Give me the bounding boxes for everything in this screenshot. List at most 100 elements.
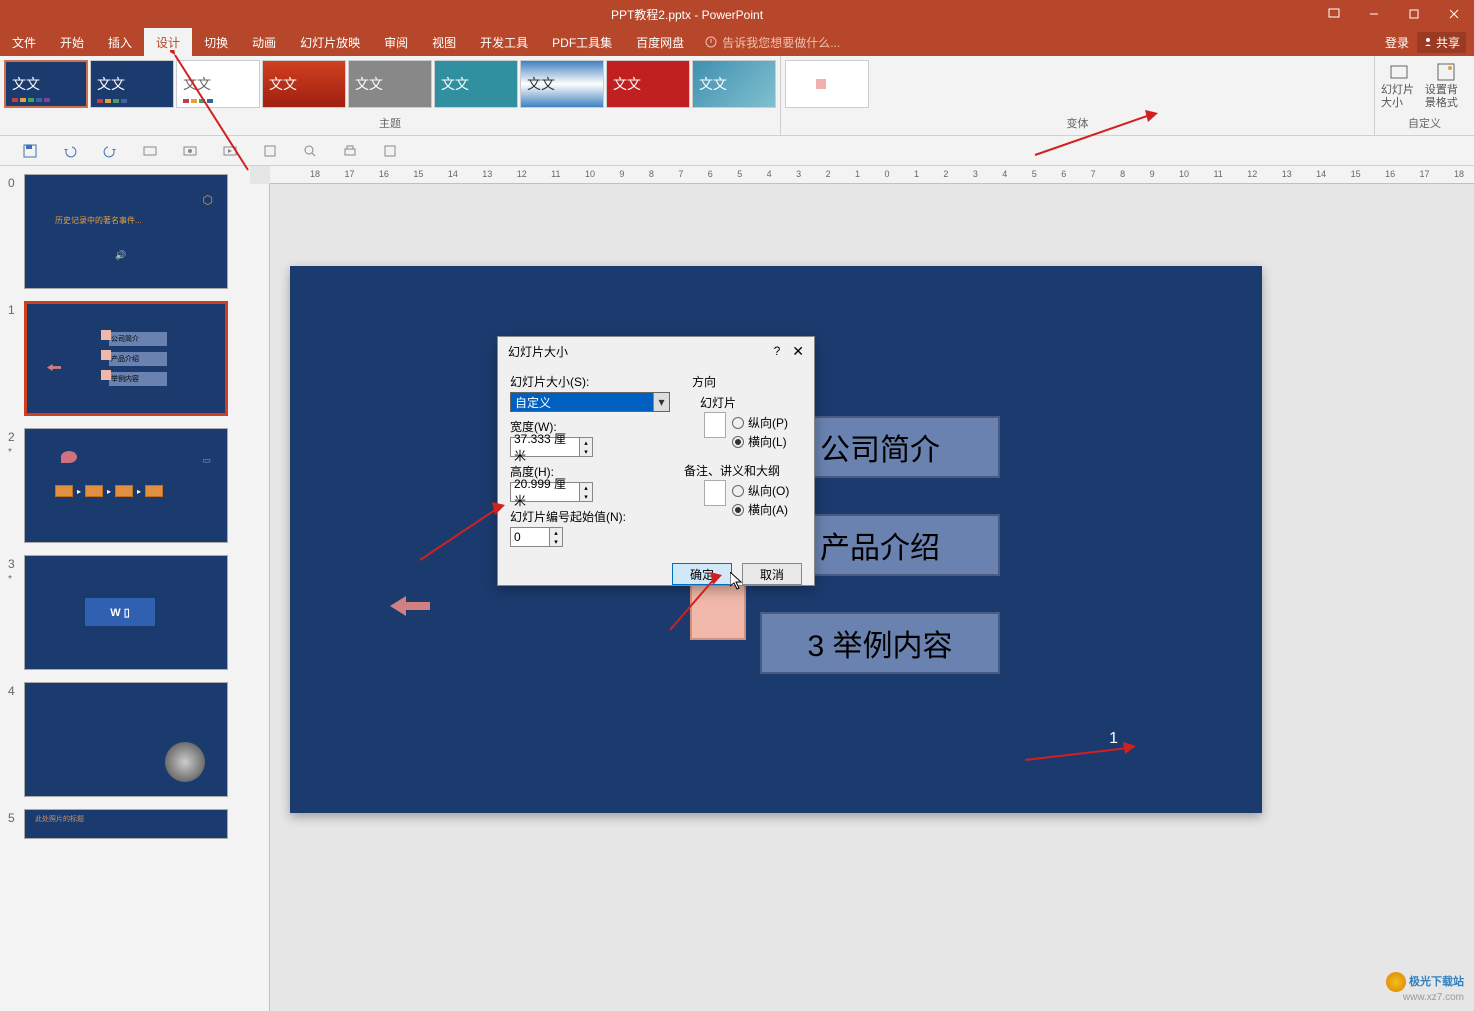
slide-item[interactable]: 0 历史记录中的著名事件... ⬡ 🔊 [8, 174, 242, 289]
background-format-button[interactable]: 设置背景格式 [1423, 60, 1470, 111]
tab-insert[interactable]: 插入 [96, 28, 144, 56]
tab-view[interactable]: 视图 [420, 28, 468, 56]
qat-icon[interactable] [140, 141, 160, 161]
tab-review[interactable]: 审阅 [372, 28, 420, 56]
start-num-label: 幻灯片编号起始值(N): [510, 508, 672, 525]
slide-panel[interactable]: 0 历史记录中的著名事件... ⬡ 🔊 1 公司简介 产品介绍 举例内容 2* [0, 166, 250, 1011]
qat-icon[interactable] [260, 141, 280, 161]
cancel-button[interactable]: 取消 [742, 563, 802, 585]
quick-access-toolbar [0, 136, 1474, 166]
height-spinner[interactable]: ▴▾ [579, 482, 593, 502]
slide-button[interactable]: 3 举例内容 [760, 612, 1000, 674]
vertical-ruler [250, 184, 270, 1011]
group-label-custom: 自定义 [1408, 115, 1441, 131]
ok-button[interactable]: 确定 [672, 563, 732, 585]
theme-thumb[interactable]: 文文 [90, 60, 174, 108]
variant-thumb[interactable] [785, 60, 869, 108]
theme-thumb[interactable]: 文文 [176, 60, 260, 108]
login-button[interactable]: 登录 [1385, 34, 1409, 51]
start-num-spinner[interactable]: ▴▾ [549, 527, 563, 547]
radio-portrait-slides[interactable]: 纵向(P) [732, 414, 802, 431]
width-input[interactable]: 37.333 厘米 [510, 437, 580, 457]
qat-icon[interactable] [300, 141, 320, 161]
theme-thumb[interactable]: 文文 [434, 60, 518, 108]
slide-item[interactable]: 5 此处照片的标题 [8, 809, 242, 839]
tab-slideshow[interactable]: 幻灯片放映 [288, 28, 372, 56]
slide-number: 5 [8, 809, 24, 839]
slide-number: 0 [8, 174, 24, 289]
undo-icon[interactable] [60, 141, 80, 161]
close-icon[interactable] [1434, 0, 1474, 28]
theme-thumb[interactable]: 文文 [606, 60, 690, 108]
tab-pdf[interactable]: PDF工具集 [540, 28, 624, 56]
slide-item[interactable]: 2* ▭ ▸ ▸ ▸ [8, 428, 242, 543]
theme-thumb[interactable]: 文文 [4, 60, 88, 108]
dropdown-arrow-icon[interactable]: ▾ [653, 393, 669, 411]
dialog-title: 幻灯片大小 [508, 343, 774, 360]
watermark: 极光下载站 www.xz7.com [1386, 972, 1464, 1003]
slide-thumbnail[interactable]: ▭ ▸ ▸ ▸ [24, 428, 228, 543]
slide-item[interactable]: 3* W ▯ [8, 555, 242, 670]
tab-file[interactable]: 文件 [0, 28, 48, 56]
slide-thumbnail[interactable]: 公司简介 产品介绍 举例内容 [24, 301, 228, 416]
tab-animations[interactable]: 动画 [240, 28, 288, 56]
theme-thumb[interactable]: 文文 [348, 60, 432, 108]
tab-transitions[interactable]: 切换 [192, 28, 240, 56]
slide-thumbnail[interactable] [24, 682, 228, 797]
print-icon[interactable] [340, 141, 360, 161]
share-button[interactable]: 共享 [1417, 32, 1466, 53]
slide-size-button[interactable]: 幻灯片大小 [1379, 60, 1419, 111]
share-label: 共享 [1436, 34, 1460, 51]
minimize-icon[interactable] [1354, 0, 1394, 28]
dialog-help-icon[interactable]: ? [774, 344, 781, 358]
watermark-text: 极光下载站 [1409, 976, 1464, 988]
slide-item[interactable]: 1 公司简介 产品介绍 举例内容 [8, 301, 242, 416]
slide-thumbnail[interactable]: 此处照片的标题 [24, 809, 228, 839]
height-input[interactable]: 20.999 厘米 [510, 482, 580, 502]
arrow-left-shape[interactable] [390, 596, 430, 616]
title-bar: PPT教程2.pptx - PowerPoint [0, 0, 1474, 28]
slide-number: 4 [8, 682, 24, 797]
radio-landscape-notes[interactable]: 横向(A) [732, 501, 802, 518]
tell-me-input[interactable]: 告诉我您想要做什么... [696, 28, 1385, 56]
redo-icon[interactable] [100, 141, 120, 161]
tab-design[interactable]: 设计 [144, 28, 192, 56]
watermark-url: www.xz7.com [1386, 992, 1464, 1003]
page-number: 1 [1109, 730, 1118, 748]
dialog-close-icon[interactable]: ✕ [792, 343, 804, 360]
dialog-title-bar[interactable]: 幻灯片大小 ? ✕ [498, 337, 814, 365]
theme-thumb[interactable]: 文文 [520, 60, 604, 108]
tab-baidu[interactable]: 百度网盘 [624, 28, 696, 56]
ribbon-tabs: 文件 开始 插入 设计 切换 动画 幻灯片放映 审阅 视图 开发工具 PDF工具… [0, 28, 1474, 56]
tab-developer[interactable]: 开发工具 [468, 28, 540, 56]
variants-gallery[interactable] [785, 60, 1370, 111]
slide-number: 3* [8, 555, 24, 670]
ribbon-options-icon[interactable] [1314, 0, 1354, 28]
slide-size-label: 幻灯片大小 [1381, 84, 1417, 108]
start-num-input[interactable]: 0 [510, 527, 550, 547]
group-label-variants: 变体 [785, 115, 1370, 131]
themes-gallery[interactable]: 文文 文文 文文 文文 文文 文文 文文 文文 文文 [4, 60, 776, 111]
slide-item[interactable]: 4 [8, 682, 242, 797]
theme-thumb[interactable]: 文文 [692, 60, 776, 108]
from-beginning-icon[interactable] [220, 141, 240, 161]
tab-home[interactable]: 开始 [48, 28, 96, 56]
slide-thumbnail[interactable]: 历史记录中的著名事件... ⬡ 🔊 [24, 174, 228, 289]
watermark-logo-icon [1386, 972, 1406, 992]
qat-icon[interactable] [180, 141, 200, 161]
radio-portrait-notes[interactable]: 纵向(O) [732, 482, 802, 499]
qat-icon[interactable] [380, 141, 400, 161]
tell-me-placeholder: 告诉我您想要做什么... [722, 34, 840, 51]
group-label-themes: 主题 [4, 115, 776, 131]
radio-landscape-slides[interactable]: 横向(L) [732, 433, 802, 450]
horizontal-ruler: 1817161514131211109876543210123456789101… [270, 166, 1474, 184]
maximize-icon[interactable] [1394, 0, 1434, 28]
theme-thumb[interactable]: 文文 [262, 60, 346, 108]
slide-size-select[interactable]: 自定义 ▾ [510, 392, 670, 412]
save-icon[interactable] [20, 141, 40, 161]
slide-size-dialog: 幻灯片大小 ? ✕ 幻灯片大小(S): 自定义 ▾ 宽度(W): 37.333 … [497, 336, 815, 586]
width-spinner[interactable]: ▴▾ [579, 437, 593, 457]
slide-thumbnail[interactable]: W ▯ [24, 555, 228, 670]
size-label: 幻灯片大小(S): [510, 373, 672, 390]
bg-format-label: 设置背景格式 [1425, 84, 1468, 108]
